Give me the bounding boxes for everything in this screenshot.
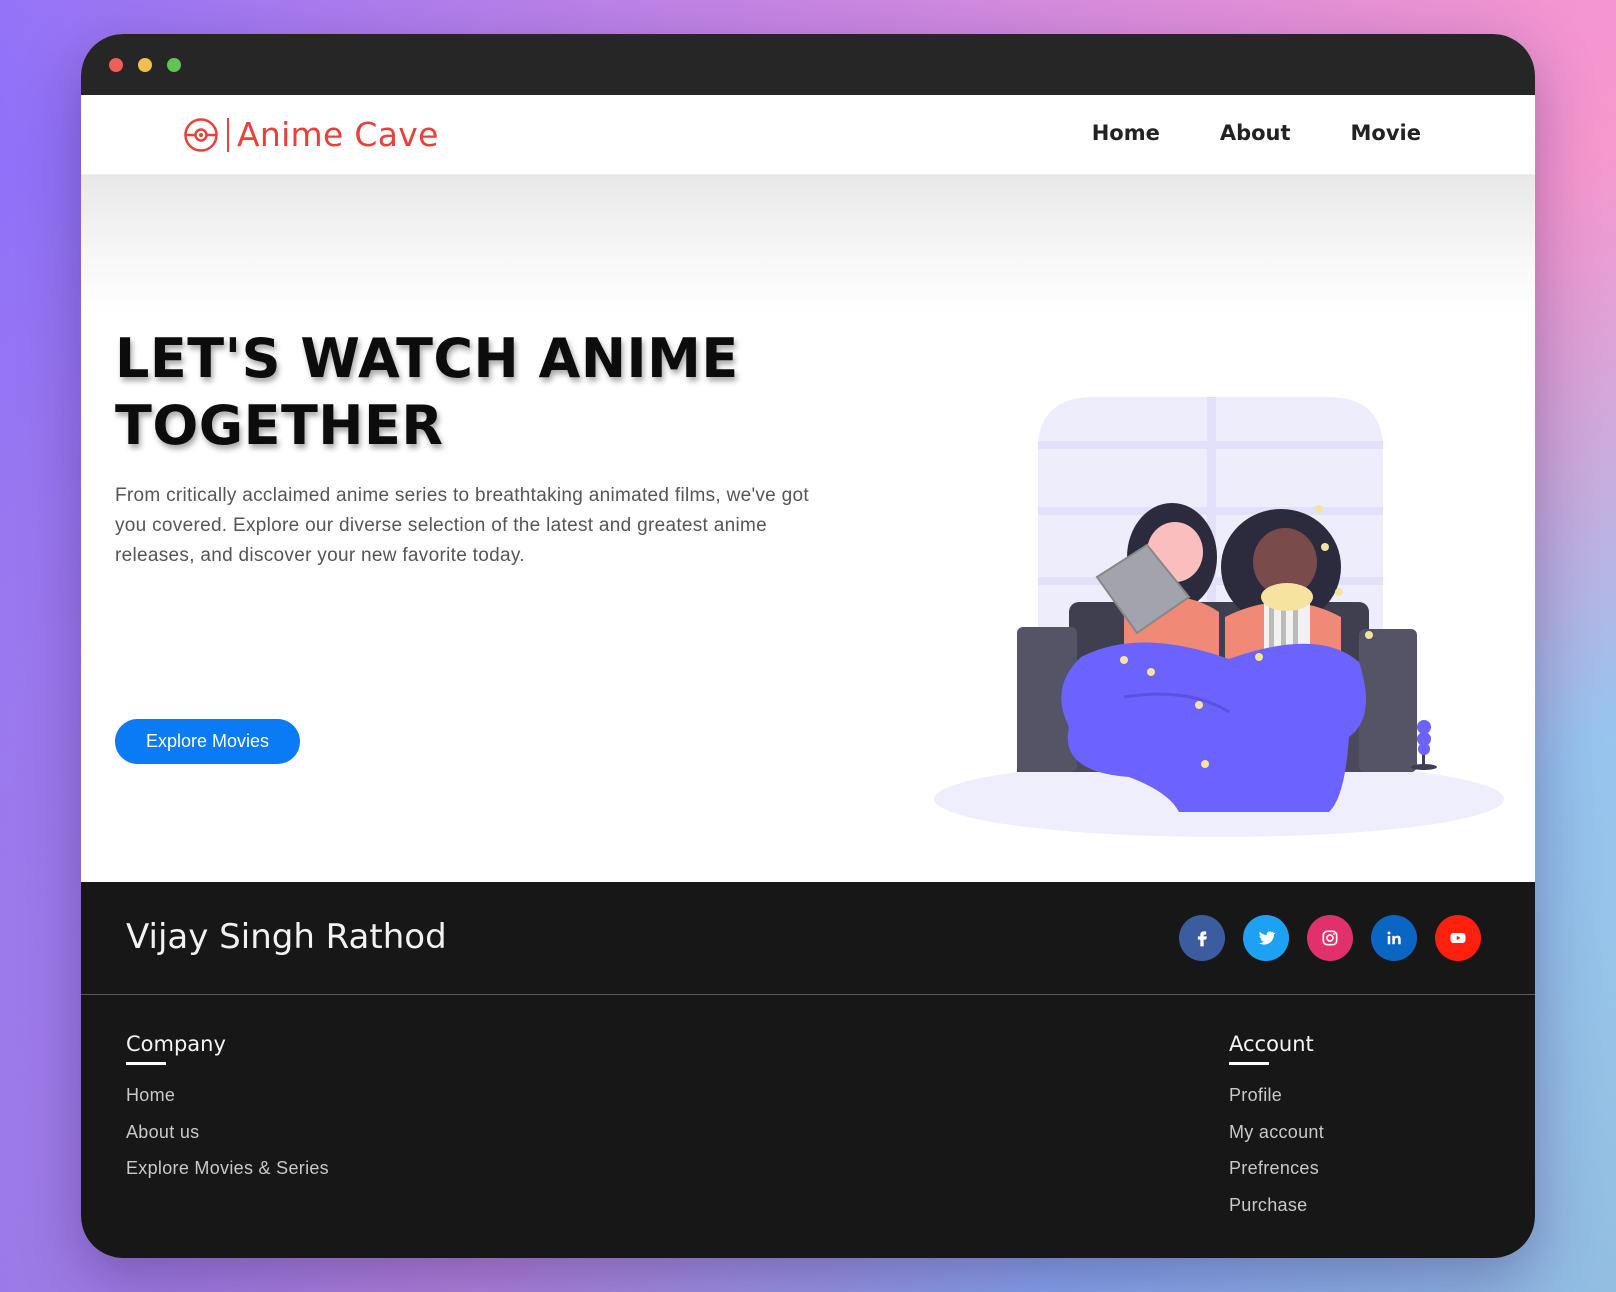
footer-author-name: Vijay Singh Rathod — [126, 917, 447, 957]
close-window-button[interactable] — [109, 58, 123, 72]
logo-divider — [227, 117, 229, 152]
pokeball-icon — [184, 117, 218, 152]
linkedin-icon[interactable] — [1371, 915, 1417, 961]
browser-window: Anime Cave Home About Movie LET'S WATCH … — [81, 34, 1535, 1258]
instagram-icon[interactable] — [1307, 915, 1353, 961]
social-links — [1179, 915, 1481, 961]
nav-home[interactable]: Home — [1092, 121, 1160, 145]
hero-top-shadow — [81, 175, 1535, 315]
two-people-watching-on-couch-illustration — [934, 397, 1504, 837]
footer-link-about-us[interactable]: About us — [126, 1114, 329, 1151]
nav-about[interactable]: About — [1220, 121, 1291, 145]
navbar: Anime Cave Home About Movie — [81, 95, 1535, 175]
company-heading: Company — [126, 1032, 226, 1056]
footer-link-explore[interactable]: Explore Movies & Series — [126, 1150, 329, 1187]
nav-links: Home About Movie — [1092, 121, 1421, 145]
hero-title-line2: TOGETHER — [115, 394, 444, 457]
youtube-icon[interactable] — [1435, 915, 1481, 961]
account-heading-underline — [1229, 1062, 1269, 1065]
hero-description: From critically acclaimed anime series t… — [115, 485, 809, 566]
footer-link-preferences[interactable]: Prefrences — [1229, 1150, 1324, 1187]
footer-link-my-account[interactable]: My account — [1229, 1114, 1324, 1151]
hero-section: LET'S WATCH ANIME TOGETHER From critical… — [81, 175, 1535, 882]
footer: Vijay Singh Rathod Company Home About us… — [81, 882, 1535, 1258]
nav-movie[interactable]: Movie — [1351, 121, 1421, 145]
footer-company-column: Company Home About us Explore Movies & S… — [126, 1032, 329, 1187]
maximize-window-button[interactable] — [167, 58, 181, 72]
hero-title-line1: LET'S WATCH ANIME — [115, 327, 739, 390]
hero-title: LET'S WATCH ANIME TOGETHER — [115, 325, 835, 459]
twitter-icon[interactable] — [1243, 915, 1289, 961]
brand-name: Anime Cave — [237, 115, 439, 154]
footer-top: Vijay Singh Rathod — [81, 882, 1535, 995]
footer-link-profile[interactable]: Profile — [1229, 1077, 1324, 1114]
explore-movies-button[interactable]: Explore Movies — [115, 719, 300, 764]
facebook-icon[interactable] — [1179, 915, 1225, 961]
window-titlebar — [81, 34, 1535, 95]
footer-link-purchase[interactable]: Purchase — [1229, 1187, 1324, 1224]
footer-account-column: Account Profile My account Prefrences Pu… — [1229, 1032, 1324, 1223]
minimize-window-button[interactable] — [138, 58, 152, 72]
company-heading-underline — [126, 1062, 166, 1065]
footer-link-home[interactable]: Home — [126, 1077, 329, 1114]
account-heading: Account — [1229, 1032, 1314, 1056]
brand-logo[interactable]: Anime Cave — [183, 115, 439, 154]
